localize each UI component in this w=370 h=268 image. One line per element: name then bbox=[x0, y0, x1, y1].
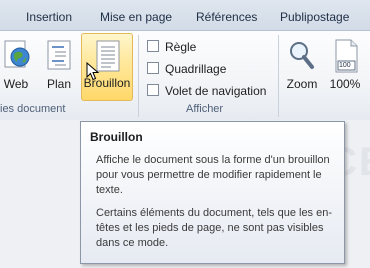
outline-view-label: Plan bbox=[46, 77, 72, 91]
ribbon-tab-bar: Insertion Mise en page Références Publip… bbox=[0, 0, 370, 30]
ruler-checkbox-box[interactable] bbox=[147, 40, 159, 52]
tab-references[interactable]: Références bbox=[196, 10, 257, 24]
group-separator bbox=[138, 35, 139, 117]
draft-view-tooltip: Brouillon Affiche le document sous la fo… bbox=[80, 121, 345, 264]
outline-view-button[interactable]: Plan bbox=[44, 37, 74, 97]
tooltip-note: Certains éléments du document, tels que … bbox=[96, 207, 333, 249]
ruler-label: Règle bbox=[165, 40, 197, 54]
ribbon: Web Plan Brouillon ies document Règle Qu… bbox=[0, 30, 370, 121]
zoom-button[interactable]: Zoom bbox=[284, 37, 320, 97]
tooltip-description: Affiche le document sous la forme d'un b… bbox=[96, 154, 330, 196]
zoom-label: Zoom bbox=[286, 77, 318, 91]
navigation-pane-label: Volet de navigation bbox=[165, 84, 267, 98]
navigation-pane-checkbox-box[interactable] bbox=[147, 84, 159, 96]
navigation-pane-checkbox[interactable]: Volet de navigation bbox=[147, 84, 266, 98]
tooltip-title: Brouillon bbox=[90, 130, 143, 144]
web-layout-button[interactable]: Web bbox=[2, 37, 32, 97]
show-group-label: Afficher bbox=[186, 103, 224, 115]
gridlines-label: Quadrillage bbox=[165, 62, 227, 76]
mouse-cursor-icon bbox=[86, 62, 100, 81]
web-layout-label: Web bbox=[3, 77, 29, 91]
ruler-checkbox[interactable]: Règle bbox=[147, 40, 196, 54]
gridlines-checkbox[interactable]: Quadrillage bbox=[147, 62, 226, 76]
zoom-100-button[interactable]: 100 100% bbox=[326, 37, 364, 97]
page-100-icon-text: 100 bbox=[339, 62, 351, 69]
gridlines-checkbox-box[interactable] bbox=[147, 62, 159, 74]
outline-icon bbox=[47, 40, 71, 70]
magnifier-icon bbox=[290, 42, 314, 69]
zoom-100-label: 100% bbox=[329, 77, 361, 91]
tab-insertion[interactable]: Insertion bbox=[26, 10, 72, 24]
tab-publipostage[interactable]: Publipostage bbox=[280, 10, 349, 24]
globe-icon bbox=[4, 40, 30, 68]
views-group-label: ies document bbox=[0, 103, 66, 115]
group-separator bbox=[278, 35, 279, 117]
tab-mise-en-page[interactable]: Mise en page bbox=[100, 10, 172, 24]
